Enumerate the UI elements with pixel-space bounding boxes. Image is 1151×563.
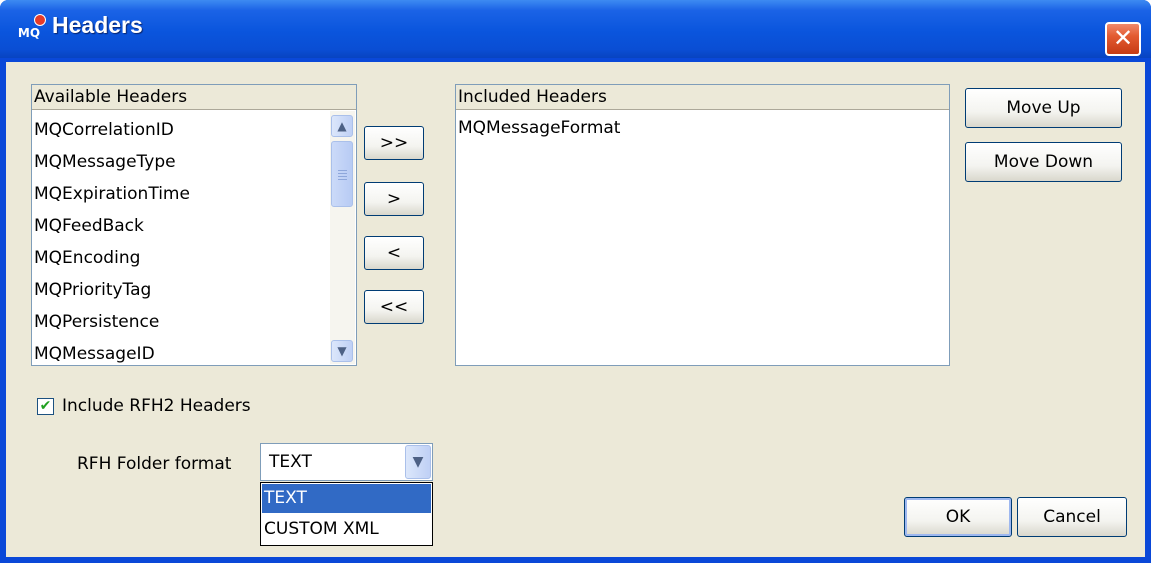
folder-format-options[interactable]: TEXT CUSTOM XML [260, 482, 433, 546]
move-up-button[interactable]: Move Up [965, 88, 1122, 128]
include-rfh2-checkbox[interactable]: ✔ [37, 398, 54, 415]
ok-button[interactable]: OK [904, 497, 1012, 537]
close-button[interactable]: ✕ [1105, 22, 1141, 56]
folder-format-select[interactable]: TEXT ▼ [260, 443, 433, 481]
folder-format-label: RFH Folder format [77, 454, 232, 474]
include-rfh2-label[interactable]: Include RFH2 Headers [62, 396, 251, 416]
chevron-down-icon: ▼ [412, 454, 424, 470]
list-item[interactable]: MQEncoding [34, 243, 140, 273]
add-all-button[interactable]: >> [364, 126, 424, 160]
scroll-thumb[interactable] [331, 141, 353, 207]
cancel-button[interactable]: Cancel [1017, 497, 1127, 537]
remove-button[interactable]: < [364, 236, 424, 270]
headers-dialog: MQ Headers ✕ Available Headers MQCorrela… [0, 0, 1151, 563]
checkmark-icon: ✔ [39, 398, 52, 414]
list-item[interactable]: MQMessageFormat [458, 113, 620, 143]
add-button[interactable]: > [364, 182, 424, 216]
chevron-up-icon: ▲ [337, 119, 347, 133]
chevron-down-icon: ▼ [337, 344, 347, 358]
move-down-button[interactable]: Move Down [965, 142, 1122, 182]
folder-format-selected-value: TEXT [269, 452, 312, 472]
included-headers-column-header: Included Headers [456, 85, 949, 110]
scroll-down-button[interactable]: ▼ [331, 340, 353, 362]
included-headers-list[interactable]: Included Headers MQMessageFormat [455, 84, 950, 366]
available-list-scrollbar[interactable]: ▲ ▼ [330, 111, 355, 364]
list-item[interactable]: MQMessageType [34, 147, 176, 177]
list-item[interactable]: MQPriorityTag [34, 275, 151, 305]
available-headers-column-header: Available Headers [32, 85, 356, 110]
list-item[interactable]: MQFeedBack [34, 211, 144, 241]
scroll-up-button[interactable]: ▲ [331, 115, 353, 137]
mq-app-icon: MQ [14, 14, 46, 42]
title-bar[interactable]: MQ Headers ✕ [0, 0, 1151, 58]
dropdown-arrow-button[interactable]: ▼ [405, 445, 431, 479]
window-title: Headers [52, 12, 143, 38]
remove-all-button[interactable]: << [364, 290, 424, 324]
list-item[interactable]: MQPersistence [34, 307, 159, 337]
close-icon: ✕ [1112, 24, 1134, 52]
option-custom-xml[interactable]: CUSTOM XML [262, 515, 431, 544]
available-headers-list[interactable]: Available Headers MQCorrelationID MQMess… [31, 84, 357, 366]
list-item[interactable]: MQCorrelationID [34, 115, 174, 145]
option-text[interactable]: TEXT [262, 484, 431, 513]
list-item[interactable]: MQExpirationTime [34, 179, 190, 209]
dialog-body: Available Headers MQCorrelationID MQMess… [6, 62, 1145, 557]
list-item[interactable]: MQMessageID [34, 339, 155, 369]
